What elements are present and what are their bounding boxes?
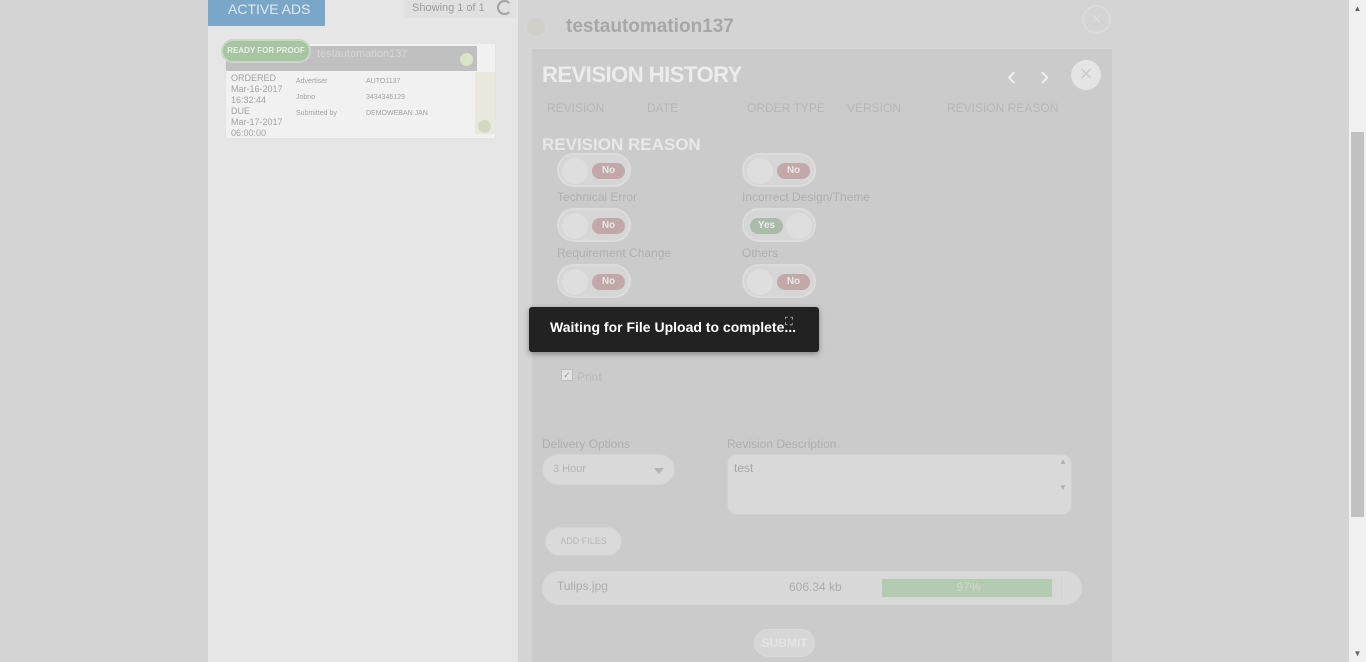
- ordered-date: Mar-16-2017: [231, 84, 283, 94]
- toggle-state: No: [592, 274, 625, 290]
- column-header-revision: REVISION: [547, 101, 605, 115]
- scroll-up-icon[interactable]: ▲: [1352, 3, 1363, 14]
- scroll-down-icon[interactable]: ▼: [1352, 648, 1363, 659]
- toggle-technical-error[interactable]: No: [557, 208, 631, 242]
- toggle-others[interactable]: No: [742, 264, 816, 298]
- upload-file-row: Tulips.jpg 606.34 kb 97%: [542, 571, 1082, 605]
- toggle-state: No: [777, 163, 810, 179]
- due-time: 06:00:00: [231, 128, 267, 138]
- ad-card-close-icon[interactable]: [460, 53, 473, 66]
- ad-card-title: testautomation137: [317, 48, 408, 60]
- delivery-options-select[interactable]: 3 Hour: [542, 454, 675, 485]
- refresh-icon[interactable]: [497, 0, 512, 15]
- toggle-state: Yes: [750, 218, 783, 234]
- toggle-knob: [747, 158, 773, 184]
- toggle-knob: [562, 158, 588, 184]
- upload-progress-text: 97%: [956, 580, 981, 594]
- column-header-version: VERSION: [847, 101, 902, 115]
- file-name: Tulips.jpg: [557, 579, 608, 593]
- column-header-order-type: ORDER TYPE: [747, 101, 825, 115]
- delivery-options-value: 3 Hour: [553, 463, 587, 475]
- toggle-requirement-change[interactable]: No: [557, 264, 631, 298]
- toggle-state: No: [592, 163, 625, 179]
- submitted-label: Submitted by: [296, 110, 337, 117]
- mouse-cursor-icon: ⛶: [785, 316, 793, 328]
- modal-close-icon[interactable]: ×: [1082, 5, 1111, 34]
- reason-toggle-1[interactable]: No: [557, 153, 631, 187]
- column-header-revision-reason: REVISION REASON: [947, 101, 1059, 115]
- window-scrollbar[interactable]: ▲ ▼: [1349, 0, 1366, 662]
- toggle-label-requirement-change: Requirement Change: [557, 246, 672, 260]
- due-label: DUE: [231, 106, 251, 116]
- file-size: 606.34 kb: [789, 580, 842, 594]
- scroll-thumb[interactable]: [1351, 132, 1364, 517]
- modal-title: testautomation137: [566, 16, 734, 37]
- file-row-divider: [1061, 577, 1062, 599]
- jobno-value: 3434346129: [366, 94, 405, 101]
- toggle-state: No: [777, 274, 810, 290]
- due-date: Mar-17-2017: [231, 117, 283, 127]
- status-badge: READY FOR PROOF: [221, 39, 311, 63]
- ordered-time: 16:32:44: [231, 95, 267, 105]
- upload-wait-toast: Waiting for File Upload to complete...: [529, 307, 819, 352]
- advertiser-value: AUTO1137: [366, 78, 401, 85]
- toggle-label-incorrect-design: Incorrect Design/Theme: [742, 190, 871, 204]
- toggle-incorrect-design[interactable]: Yes: [742, 208, 816, 242]
- toast-message: Waiting for File Upload to complete...: [550, 319, 797, 335]
- column-header-date: DATE: [647, 101, 679, 115]
- revision-history-heading: REVISION HISTORY: [542, 62, 742, 87]
- toggle-knob: [747, 269, 773, 295]
- toggle-label-others: Others: [742, 246, 779, 260]
- textarea-scrollbar[interactable]: ▲ ▼: [1057, 457, 1069, 512]
- next-icon[interactable]: ›: [1040, 62, 1056, 90]
- reason-toggle-2[interactable]: No: [742, 153, 816, 187]
- toggle-knob: [562, 213, 588, 239]
- revision-description-field[interactable]: test ▲ ▼: [727, 454, 1072, 515]
- page-overlay: ACTIVE ADS Showing 1 of 1 testautomation…: [0, 0, 1349, 662]
- print-checkbox[interactable]: ✓: [561, 369, 573, 381]
- jobno-label: Jobno: [296, 94, 316, 101]
- toggle-knob: [786, 213, 812, 239]
- add-files-button[interactable]: ADD FILES: [545, 527, 622, 556]
- tab-active-ads[interactable]: ACTIVE ADS: [208, 0, 325, 26]
- ad-status-icon[interactable]: [478, 120, 491, 133]
- showing-count: Showing 1 of 1: [404, 0, 516, 18]
- scroll-up-icon[interactable]: ▲: [1059, 457, 1067, 466]
- toggle-knob: [562, 269, 588, 295]
- ordered-label: ORDERED: [231, 73, 277, 83]
- active-ads-panel: ACTIVE ADS Showing 1 of 1 testautomation…: [208, 0, 518, 662]
- submitted-value: DEMOWEBAN JAN: [366, 110, 428, 117]
- scroll-down-icon[interactable]: ▼: [1059, 483, 1067, 492]
- revision-reason-heading: REVISION REASON: [542, 135, 701, 154]
- print-label: Print: [577, 370, 602, 384]
- ad-card[interactable]: testautomation137 READY FOR PROOF ORDERE…: [221, 39, 496, 139]
- chevron-down-icon: [654, 468, 664, 474]
- delivery-options-label: Delivery Options: [542, 437, 631, 451]
- ad-icon: [527, 18, 545, 36]
- submit-button[interactable]: SUBMIT: [754, 629, 815, 657]
- revision-panel: REVISION HISTORY ‹ › × REVISION DATE ORD…: [532, 49, 1112, 662]
- prev-icon[interactable]: ‹: [1007, 62, 1023, 90]
- toggle-label-technical-error: Technical Error: [557, 190, 638, 204]
- showing-text: Showing 1 of 1: [412, 2, 485, 14]
- upload-progress-bar: 97%: [882, 579, 1057, 597]
- revision-description-value: test: [734, 461, 754, 475]
- advertiser-label: Advertiser: [296, 78, 328, 85]
- revision-close-icon[interactable]: ×: [1071, 60, 1101, 90]
- revision-description-label: Revision Description: [727, 437, 837, 451]
- toggle-state: No: [592, 218, 625, 234]
